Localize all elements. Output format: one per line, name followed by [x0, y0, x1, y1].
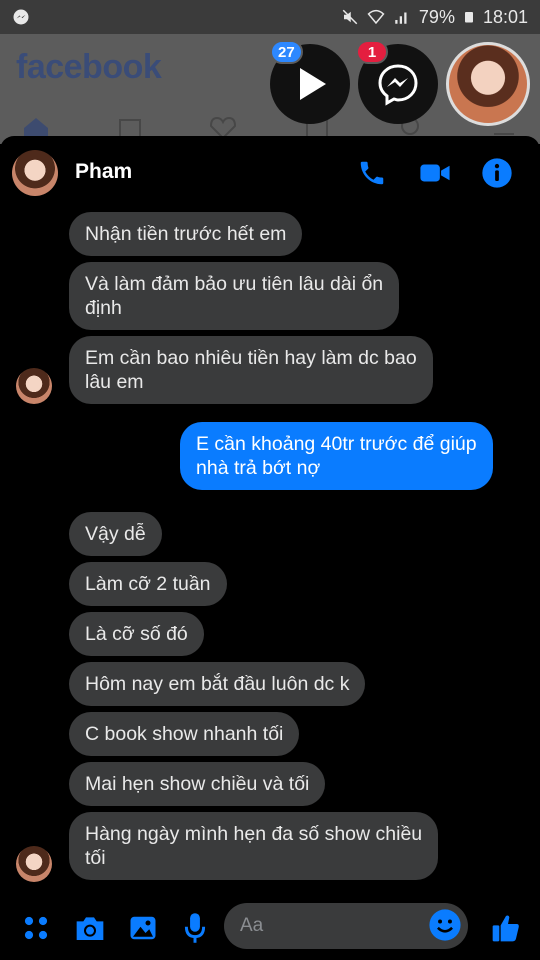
- message-line: nhà trả bớt nợ: [196, 457, 321, 479]
- video-call-button[interactable]: [418, 156, 452, 190]
- message-line: Hàng ngày mình hẹn đa số show chiều: [85, 823, 423, 845]
- voice-button[interactable]: [177, 910, 213, 946]
- camera-icon: [76, 917, 104, 940]
- avatar[interactable]: [12, 150, 58, 196]
- messenger-badge: 1: [356, 40, 388, 64]
- battery-icon: [464, 12, 473, 23]
- message-bubble[interactable]: Em cần bao nhiêu tiền hay làm dc bao lâu…: [69, 336, 433, 404]
- message-bubble[interactable]: Nhận tiền trước hết em: [69, 212, 303, 256]
- message-line: Làm cỡ 2 tuần: [85, 573, 211, 595]
- message-bubble[interactable]: Hàng ngày mình hẹn đa số show chiều tối: [69, 812, 439, 880]
- more-actions-button[interactable]: [18, 910, 54, 946]
- message-bubble[interactable]: Làm cỡ 2 tuần: [69, 562, 227, 606]
- message-line: Là cỡ số đó: [85, 623, 188, 645]
- gallery-button[interactable]: [125, 910, 161, 946]
- message-line: định: [85, 297, 122, 319]
- phone-icon: [360, 161, 384, 185]
- avatar: [16, 846, 52, 882]
- signal-icon: [395, 12, 407, 24]
- chat-panel: Pham Nhận tiền trước hết em Và làm đảm b: [0, 136, 540, 960]
- microphone-icon: [184, 913, 206, 943]
- contact-name[interactable]: Pham: [75, 160, 132, 184]
- message-line: Và làm đảm bảo ưu tiên lâu dài ổn: [85, 273, 384, 295]
- thumbs-up-icon: [492, 915, 519, 942]
- message-line: Nhận tiền trước hết em: [85, 223, 287, 245]
- grid-dots-icon: [24, 916, 48, 940]
- messenger-icon: [378, 64, 418, 106]
- chat-header: Pham: [0, 136, 540, 208]
- emoji-button[interactable]: [428, 908, 462, 942]
- call-button[interactable]: [355, 156, 389, 190]
- message-line: Mai hẹn show chiều và tối: [85, 773, 310, 795]
- message-bubble[interactable]: Hôm nay em bắt đầu luôn dc k: [69, 662, 366, 706]
- message-line: C book show nhanh tối: [85, 723, 284, 745]
- message-bubble[interactable]: C book show nhanh tối: [69, 712, 300, 756]
- video-camera-icon: [420, 164, 450, 182]
- message-line: E cần khoảng 40tr trước để giúp: [196, 433, 477, 455]
- message-bubble[interactable]: Vậy dễ: [69, 512, 162, 556]
- message-bubble-sent[interactable]: E cần khoảng 40tr trước để giúp nhà trả …: [180, 422, 493, 490]
- clock: 18:01: [482, 6, 528, 27]
- video-badge: 27: [270, 40, 303, 64]
- status-bar: 79% 18:01: [0, 0, 540, 34]
- message-bubble[interactable]: Và làm đảm bảo ưu tiên lâu dài ổn định: [69, 262, 400, 330]
- message-line: Vậy dễ: [85, 523, 146, 545]
- play-icon: [300, 68, 326, 100]
- message-line: Hôm nay em bắt đầu luôn dc k: [85, 673, 350, 695]
- info-icon: [482, 158, 512, 188]
- avatar: [16, 368, 52, 404]
- message-input-placeholder: Aa: [240, 915, 264, 936]
- smiley-icon: [429, 909, 461, 941]
- mute-icon: [342, 9, 358, 25]
- message-line: tối: [85, 847, 106, 869]
- messenger-notification-icon: [13, 9, 29, 25]
- info-button[interactable]: [480, 156, 514, 190]
- wifi-icon: [367, 9, 385, 25]
- image-icon: [130, 916, 156, 940]
- messenger-chathead[interactable]: 1: [356, 40, 438, 124]
- contact-chathead-avatar[interactable]: [446, 42, 530, 126]
- like-button[interactable]: [488, 910, 524, 946]
- message-bubble[interactable]: Mai hẹn show chiều và tối: [69, 762, 326, 806]
- message-bubble[interactable]: Là cỡ số đó: [69, 612, 204, 656]
- facebook-logo: facebook: [16, 48, 162, 86]
- message-line: Em cần bao nhiêu tiền hay làm dc bao: [85, 347, 417, 369]
- camera-button[interactable]: [72, 910, 108, 946]
- message-line: lâu em: [85, 371, 144, 393]
- video-chathead[interactable]: 27: [270, 40, 350, 124]
- battery-percent: 79%: [418, 6, 455, 27]
